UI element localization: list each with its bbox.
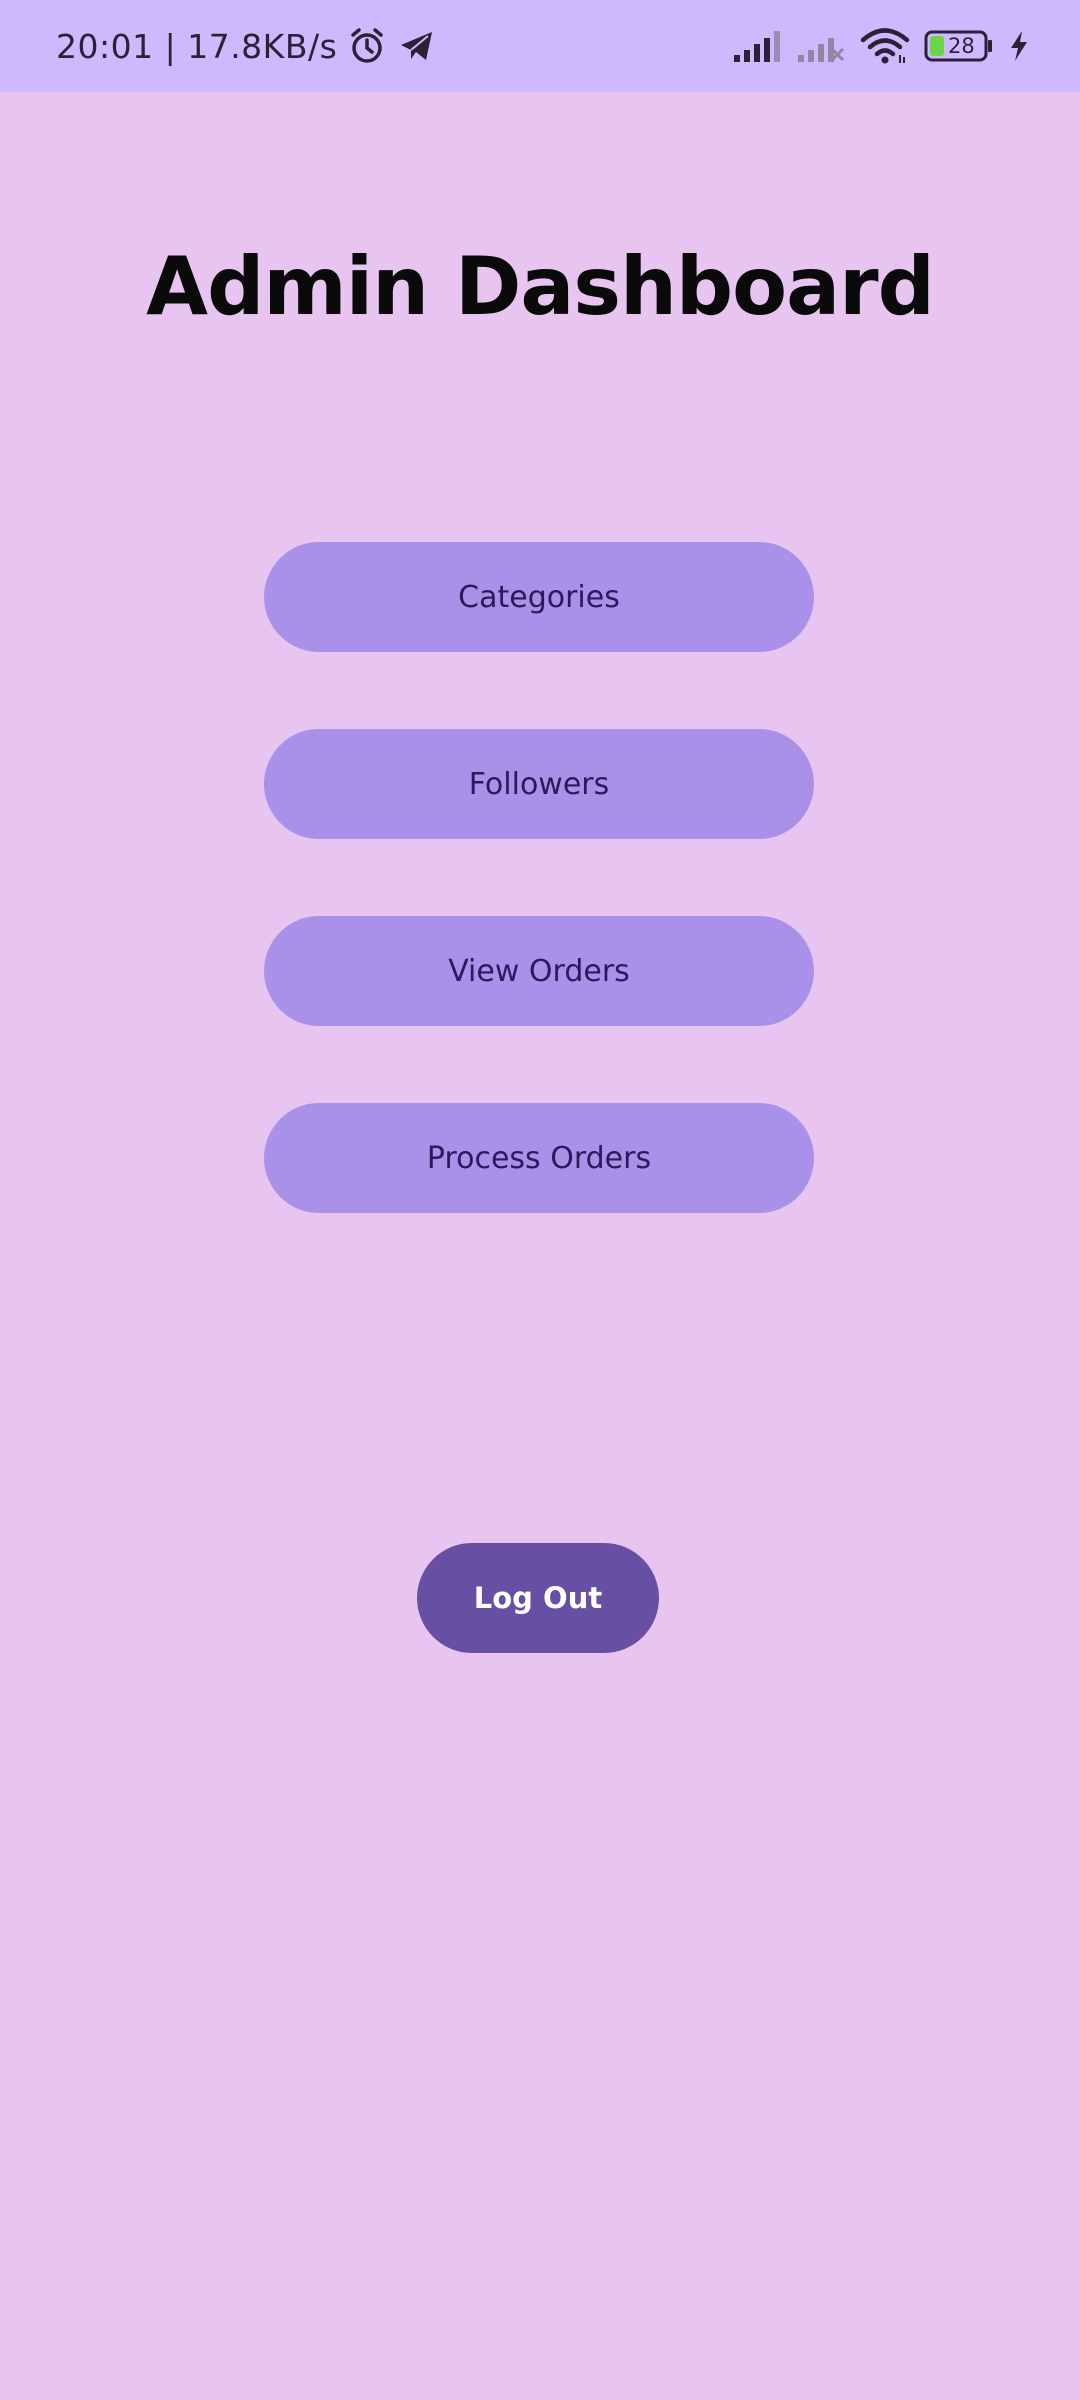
page-title: Admin Dashboard — [146, 240, 935, 333]
wifi-icon — [860, 27, 910, 65]
status-right: 28 — [732, 0, 1030, 92]
battery-icon: 28 — [924, 30, 994, 62]
categories-button[interactable]: Categories — [264, 542, 814, 652]
signal-off-icon — [796, 29, 846, 63]
followers-button[interactable]: Followers — [264, 729, 814, 839]
status-left: 20:01 | 17.8KB/s — [56, 0, 437, 92]
status-time-speed: 20:01 | 17.8KB/s — [56, 26, 338, 66]
battery-level: 28 — [948, 34, 975, 58]
signal-icon — [732, 29, 782, 63]
view-orders-button[interactable]: View Orders — [264, 916, 814, 1026]
status-bar: 20:01 | 17.8KB/s 28 — [0, 0, 1080, 92]
telegram-icon — [397, 26, 437, 66]
charging-icon — [1008, 30, 1030, 62]
alarm-icon — [347, 26, 387, 66]
process-orders-button[interactable]: Process Orders — [264, 1103, 814, 1213]
log-out-button[interactable]: Log Out — [417, 1543, 659, 1653]
